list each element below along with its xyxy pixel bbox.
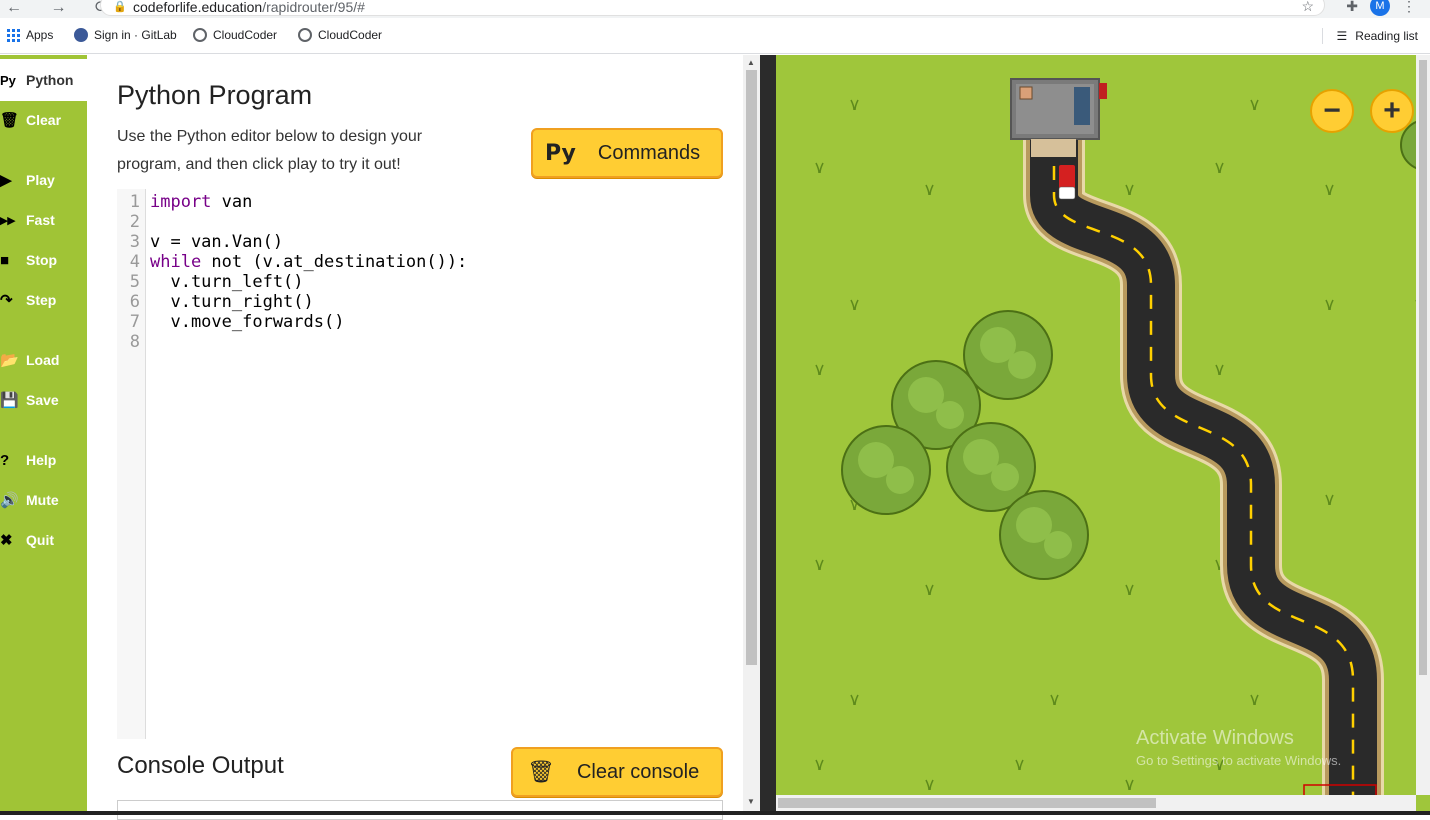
console-title: Console Output (117, 752, 284, 779)
console-output (117, 800, 723, 820)
zoom-out-button[interactable]: − (1310, 89, 1354, 133)
sidebar-item-clear[interactable]: 🗑 Clear (0, 105, 87, 135)
url-text: codeforlife.education/rapidrouter/95/# (133, 0, 365, 15)
python-panel: Python Program Use the Python editor bel… (87, 55, 743, 820)
van (1058, 165, 1076, 200)
map-canvas (776, 55, 1430, 815)
tree (963, 310, 1053, 400)
code-line: v.move_forwards() (150, 312, 345, 332)
sidebar-item-load[interactable]: 📂 Load (0, 345, 87, 375)
globe-icon (193, 28, 207, 42)
trash-icon: 🗑 (0, 112, 20, 129)
commands-button[interactable]: Py Commands (531, 128, 723, 178)
tree (841, 425, 931, 515)
folder-icon: 📂 (0, 352, 19, 369)
extensions-icon[interactable]: ✚ (1346, 0, 1358, 15)
help-icon: ? (0, 451, 10, 469)
instructions-text: Use the Python editor below to design yo… (117, 128, 423, 173)
reading-list[interactable]: ☰ Reading list (1321, 28, 1418, 44)
close-icon: ✖ (0, 532, 13, 549)
speaker-icon: 🔊 (0, 492, 19, 509)
code-line: v = van.Van() (150, 232, 284, 252)
bookmark-apps[interactable]: Apps (7, 28, 53, 42)
bookmark-cloudcoder-1[interactable]: CloudCoder (193, 28, 277, 42)
address-bar[interactable]: 🔒 codeforlife.education/rapidrouter/95/#… (100, 0, 1325, 16)
bookmark-cloudcoder-2[interactable]: CloudCoder (298, 28, 382, 42)
line-gutter: 1 2 3 4 5 6 7 8 (117, 189, 146, 739)
lock-icon: 🔒 (113, 1, 127, 13)
sidebar-item-step[interactable]: ↷ Step (0, 285, 87, 315)
sidebar-item-save[interactable]: 💾 Save (0, 385, 87, 415)
sidebar: Py Python 🗑 Clear ▶ Play ▸▸ Fast ■ Stop ↷ Step… (0, 55, 87, 815)
save-icon: 💾 (0, 392, 19, 409)
code-line: import van (150, 192, 253, 212)
scroll-down-icon[interactable]: ▼ (747, 797, 755, 806)
reading-list-icon: ☰ (1336, 29, 1348, 43)
sidebar-item-play[interactable]: ▶ Play (0, 165, 87, 195)
code-line: v.turn_left() (150, 272, 304, 292)
scroll-up-icon[interactable]: ▲ (747, 58, 755, 67)
trash-icon: 🗑 (527, 759, 555, 784)
sidebar-item-mute[interactable]: 🔊 Mute (0, 485, 87, 515)
page-title: Python Program (117, 80, 313, 110)
code-editor[interactable]: 1 2 3 4 5 6 7 8 import van v = van.Van()… (117, 189, 743, 739)
watermark-title: Activate Windows (1136, 727, 1294, 749)
globe-icon (298, 28, 312, 42)
sidebar-item-quit[interactable]: ✖ Quit (0, 525, 87, 555)
taskbar-edge (0, 811, 1430, 815)
code-line: while not (v.at_destination()): (150, 252, 468, 272)
python-icon: Py (0, 72, 16, 88)
sidebar-item-python[interactable]: Py Python (0, 59, 87, 101)
python-icon: Py (545, 140, 576, 166)
tree (999, 490, 1089, 580)
map-vertical-scrollbar[interactable] (1416, 55, 1430, 795)
avatar[interactable]: M (1370, 0, 1390, 16)
fast-forward-icon: ▸▸ (0, 212, 16, 229)
bookmark-star-icon[interactable]: ☆ (1301, 0, 1314, 15)
map-horizontal-scrollbar[interactable] (776, 795, 1416, 811)
editor-scrollbar[interactable]: ▲ ▼ (743, 55, 760, 815)
play-icon: ▶ (0, 172, 12, 189)
game-map[interactable]: − + Activate Windows Go to Settings to a… (776, 55, 1430, 815)
panel-divider[interactable] (760, 55, 776, 815)
sidebar-item-help[interactable]: ? Help (0, 445, 87, 475)
step-icon: ↷ (0, 292, 13, 309)
sidebar-item-fast[interactable]: ▸▸ Fast (0, 205, 87, 235)
sidebar-item-stop[interactable]: ■ Stop (0, 245, 87, 275)
apps-grid-icon (7, 28, 20, 42)
stop-icon: ■ (0, 251, 10, 269)
clear-console-button[interactable]: 🗑 Clear console (511, 747, 723, 797)
bookmark-gitlab[interactable]: Sign in · GitLab (74, 28, 177, 42)
code-line: v.turn_right() (150, 292, 314, 312)
bookmarks-bar: Apps Sign in · GitLab CloudCoder CloudCo… (0, 18, 1430, 54)
watermark-subtitle: Go to Settings to activate Windows. (1136, 753, 1342, 768)
browser-toolbar: ← → ⟳ 🔒 codeforlife.education/rapidroute… (0, 0, 1430, 18)
zoom-in-button[interactable]: + (1370, 89, 1414, 133)
gitlab-icon (74, 28, 88, 42)
menu-icon[interactable]: ⋮ (1402, 0, 1416, 15)
